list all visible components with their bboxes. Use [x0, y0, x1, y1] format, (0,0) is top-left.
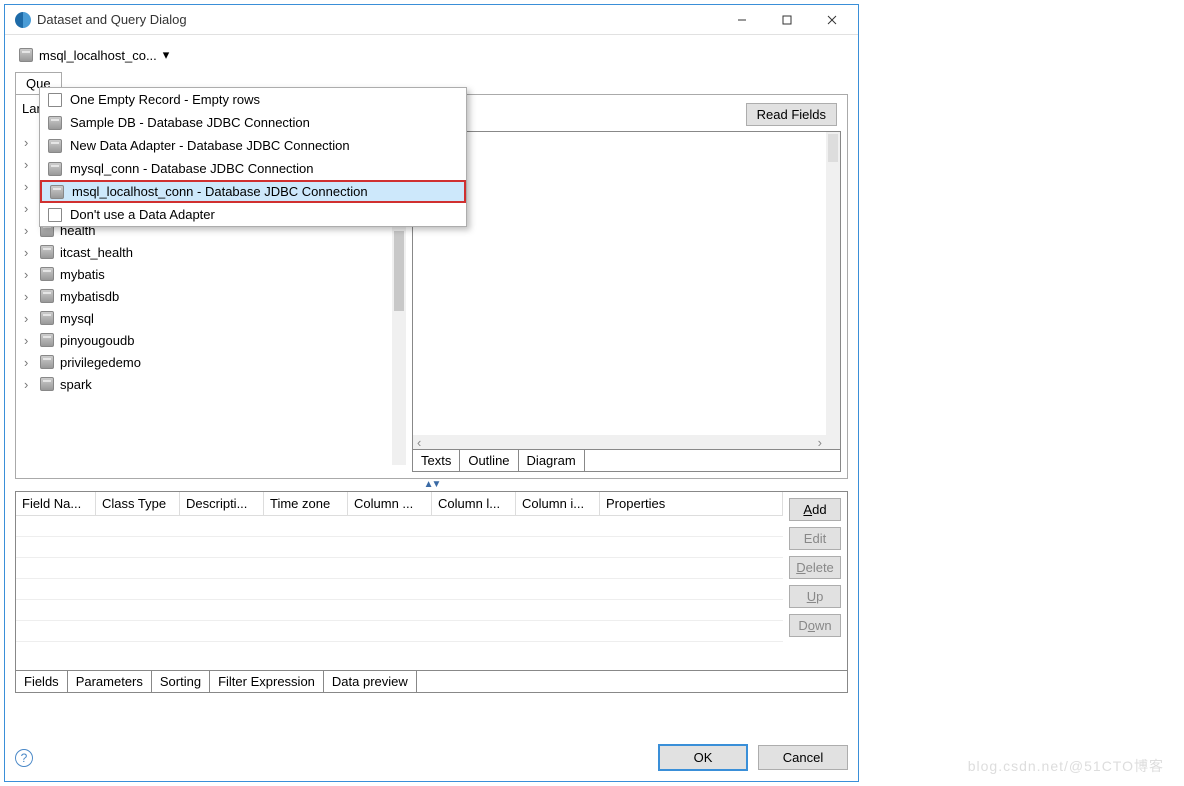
up-button[interactable]: Up [789, 585, 841, 608]
editor-hscroll[interactable]: ‹› [413, 435, 840, 449]
tree-item[interactable]: ›privilegedemo [20, 351, 406, 373]
split-handle-icon[interactable]: ▲▼ [15, 479, 848, 489]
tab-outline[interactable]: Outline [460, 450, 518, 471]
bottom-tabs: Fields Parameters Sorting Filter Express… [15, 671, 848, 693]
tree-item[interactable]: ›pinyougoudb [20, 329, 406, 351]
col-description[interactable]: Descripti... [180, 492, 264, 515]
database-icon [40, 333, 54, 347]
database-icon [40, 355, 54, 369]
menu-item-sample-db[interactable]: Sample DB - Database JDBC Connection [40, 111, 466, 134]
expand-icon[interactable]: › [24, 355, 34, 370]
fields-area: Field Na... Class Type Descripti... Time… [15, 491, 848, 671]
fields-table[interactable]: Field Na... Class Type Descripti... Time… [16, 492, 783, 670]
database-icon [40, 267, 54, 281]
database-icon [40, 245, 54, 259]
tab-data-preview[interactable]: Data preview [324, 671, 417, 692]
dialog-footer: ? OK Cancel [15, 744, 848, 771]
database-icon [40, 377, 54, 391]
editor-vscroll[interactable] [826, 132, 840, 435]
menu-item-empty-record[interactable]: One Empty Record - Empty rows [40, 88, 466, 111]
table-row[interactable] [16, 600, 783, 621]
cancel-button[interactable]: Cancel [758, 745, 848, 770]
expand-icon[interactable]: › [24, 289, 34, 304]
col-column-index[interactable]: Column i... [516, 492, 600, 515]
document-icon [48, 208, 62, 222]
tab-sorting[interactable]: Sorting [152, 671, 210, 692]
adapter-dropdown-menu: One Empty Record - Empty rows Sample DB … [39, 87, 467, 227]
tab-parameters[interactable]: Parameters [68, 671, 152, 692]
database-icon [50, 185, 64, 199]
editor-tabs: Texts Outline Diagram [412, 450, 841, 472]
expand-icon[interactable]: › [24, 333, 34, 348]
adapter-dropdown-label: msql_localhost_co... [39, 48, 157, 63]
down-button[interactable]: Down [789, 614, 841, 637]
table-row[interactable] [16, 537, 783, 558]
titlebar: Dataset and Query Dialog [5, 5, 858, 35]
add-button[interactable]: Add [789, 498, 841, 521]
expand-icon[interactable]: › [24, 223, 34, 238]
expand-icon[interactable]: › [24, 311, 34, 326]
menu-item-new-data-adapter[interactable]: New Data Adapter - Database JDBC Connect… [40, 134, 466, 157]
tree-item[interactable]: ›itcast_health [20, 241, 406, 263]
menu-item-mysql-conn[interactable]: mysql_conn - Database JDBC Connection [40, 157, 466, 180]
chevron-down-icon: ▾ [163, 47, 170, 63]
document-icon [48, 93, 62, 107]
minimize-button[interactable] [719, 6, 764, 34]
dialog-window: Dataset and Query Dialog msql_localhost_… [4, 4, 859, 782]
database-icon [48, 139, 62, 153]
app-icon [15, 12, 31, 28]
table-row[interactable] [16, 579, 783, 600]
col-column-label[interactable]: Column l... [432, 492, 516, 515]
maximize-button[interactable] [764, 6, 809, 34]
expand-icon[interactable]: › [24, 135, 34, 150]
window-title: Dataset and Query Dialog [37, 12, 719, 27]
tab-filter-expression[interactable]: Filter Expression [210, 671, 324, 692]
expand-icon[interactable]: › [24, 201, 34, 216]
table-row[interactable] [16, 558, 783, 579]
col-field-name[interactable]: Field Na... [16, 492, 96, 515]
help-icon[interactable]: ? [15, 749, 33, 767]
database-icon [40, 311, 54, 325]
col-time-zone[interactable]: Time zone [264, 492, 348, 515]
tab-texts[interactable]: Texts [413, 450, 460, 471]
close-button[interactable] [809, 6, 854, 34]
tree-item[interactable]: ›mybatis [20, 263, 406, 285]
database-icon [40, 289, 54, 303]
expand-icon[interactable]: › [24, 179, 34, 194]
query-editor[interactable]: ‹› [412, 131, 841, 450]
expand-icon[interactable]: › [24, 245, 34, 260]
expand-icon[interactable]: › [24, 157, 34, 172]
fields-button-bar: Add Edit Delete Up Down [783, 492, 847, 670]
adapter-toolbar: msql_localhost_co... ▾ [5, 35, 858, 71]
tree-item[interactable]: ›mybatisdb [20, 285, 406, 307]
database-icon [19, 48, 33, 62]
watermark: blog.csdn.net/@51CTO博客 [968, 756, 1164, 776]
editor-panel: ‹› Texts Outline Diagram [412, 131, 841, 472]
expand-icon[interactable]: › [24, 377, 34, 392]
delete-button[interactable]: Delete [789, 556, 841, 579]
tree-item[interactable]: ›mysql [20, 307, 406, 329]
adapter-dropdown[interactable]: msql_localhost_co... ▾ [15, 45, 173, 65]
table-row[interactable] [16, 621, 783, 642]
database-icon [48, 116, 62, 130]
col-column-name[interactable]: Column ... [348, 492, 432, 515]
tab-fields[interactable]: Fields [16, 671, 68, 692]
database-icon [48, 162, 62, 176]
tab-diagram[interactable]: Diagram [519, 450, 585, 471]
col-class-type[interactable]: Class Type [96, 492, 180, 515]
expand-icon[interactable]: › [24, 267, 34, 282]
table-row[interactable] [16, 516, 783, 537]
col-properties[interactable]: Properties [600, 492, 783, 515]
menu-item-msql-localhost-conn[interactable]: msql_localhost_conn - Database JDBC Conn… [40, 180, 466, 203]
tree-item[interactable]: ›spark [20, 373, 406, 395]
ok-button[interactable]: OK [658, 744, 748, 771]
read-fields-button[interactable]: Read Fields [746, 103, 837, 126]
menu-item-no-adapter[interactable]: Don't use a Data Adapter [40, 203, 466, 226]
edit-button[interactable]: Edit [789, 527, 841, 550]
